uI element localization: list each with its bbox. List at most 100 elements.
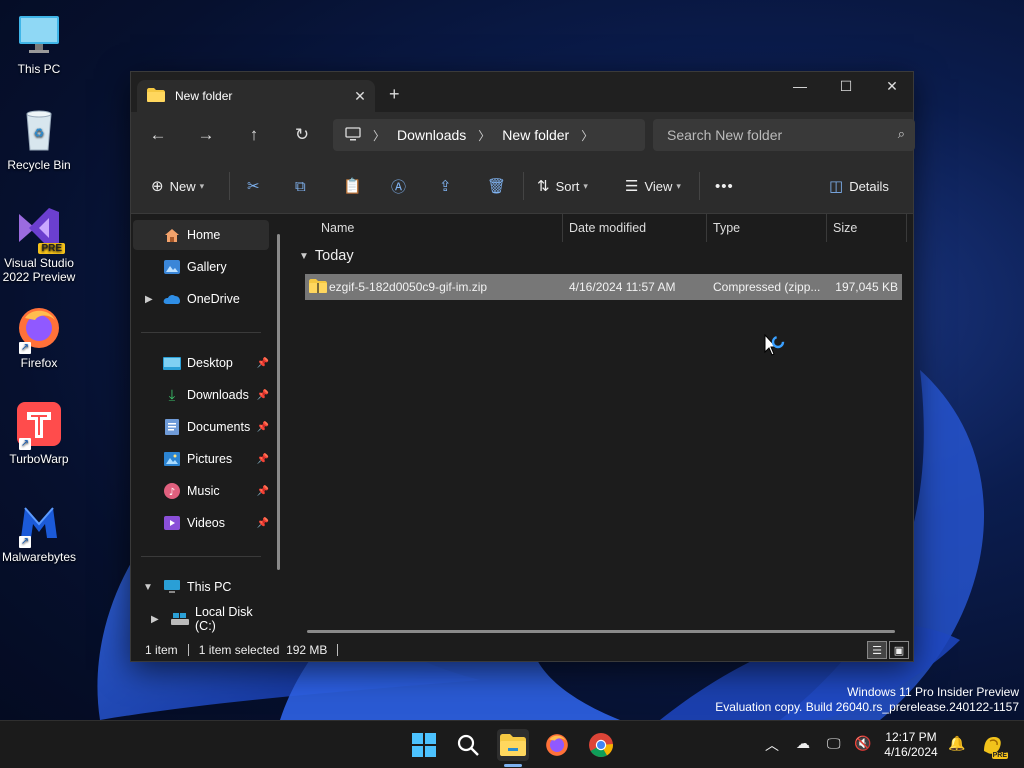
view-button[interactable]: ☰ View ▾ (625, 176, 681, 196)
nav-item-downloads[interactable]: ⤓ Downloads 📌 (133, 380, 269, 410)
share-button[interactable]: ⇪ (439, 176, 458, 196)
nav-scrollbar[interactable] (277, 234, 280, 570)
column-header-type[interactable]: Type (707, 214, 827, 242)
desktop-icon-firefox[interactable]: ↗ Firefox (0, 304, 78, 370)
pin-icon[interactable]: 📌 (257, 518, 269, 529)
forward-button[interactable]: → (191, 122, 221, 148)
chevron-right-icon[interactable]: ▶ (145, 294, 153, 305)
back-button[interactable]: ← (143, 122, 173, 148)
horizontal-scrollbar[interactable] (307, 630, 895, 633)
desktop-icon-visual-studio[interactable]: PRE Visual Studio 2022 Preview (0, 204, 78, 284)
desktop-icon-turbowarp[interactable]: ↗ TurboWarp (0, 400, 78, 466)
chevron-down-icon[interactable]: ▼ (143, 582, 153, 593)
up-button[interactable]: ↑ (239, 122, 269, 148)
close-window-button[interactable]: ✕ (869, 72, 915, 102)
chevron-up-icon[interactable]: ︿ (765, 735, 779, 755)
nav-item-gallery[interactable]: Gallery (133, 252, 269, 282)
chevron-right-icon[interactable]: 〉 (581, 127, 593, 144)
desktop-icon-malwarebytes[interactable]: ↗ Malwarebytes (0, 498, 78, 564)
turbowarp-icon: ↗ (15, 400, 63, 450)
breadcrumb-downloads[interactable]: Downloads (397, 127, 466, 143)
chrome-taskbar-button[interactable] (585, 729, 617, 761)
pin-icon[interactable]: 📌 (257, 422, 269, 433)
gallery-icon (163, 259, 181, 275)
details-view-icon[interactable]: ☰ (867, 641, 887, 659)
tab-title: New folder (175, 89, 233, 103)
chevron-down-icon: ▼ (299, 250, 309, 262)
trash-icon: 🗑 (487, 178, 507, 195)
file-type: Compressed (zipp... (713, 280, 821, 294)
list-view-icon: ☰ (625, 178, 639, 195)
pin-icon[interactable]: 📌 (257, 486, 269, 497)
home-icon (163, 227, 181, 243)
preview-badge: PRE (991, 752, 1008, 759)
scissors-icon: ✂ (247, 178, 260, 195)
copy-button[interactable]: ⧉ (295, 176, 312, 196)
more-options-button[interactable]: ••• (715, 176, 734, 196)
speaker-muted-icon[interactable]: 🔇 (854, 735, 871, 752)
breadcrumb-new-folder[interactable]: New folder (502, 127, 569, 143)
shortcut-arrow-icon: ↗ (19, 342, 31, 354)
maximize-button[interactable]: ☐ (823, 72, 869, 102)
file-explorer-window: New folder ✕ + — ☐ ✕ ← → ↑ ↻ 〉 Downloads… (130, 71, 915, 662)
group-header-today[interactable]: ▼ Today (299, 248, 354, 264)
selection-info: 1 item selected 192 MB (198, 643, 328, 657)
shortcut-arrow-icon: ↗ (19, 438, 31, 450)
bell-icon[interactable]: 🔔 (948, 735, 965, 752)
new-button[interactable]: ⊕ New ▾ (151, 176, 204, 196)
column-header-name[interactable]: Name (315, 214, 563, 242)
file-list: Name Date modified Type Size ▼ Today ezg… (289, 214, 913, 640)
pin-icon[interactable]: 📌 (257, 358, 269, 369)
start-button[interactable] (408, 729, 440, 761)
paste-button[interactable]: 📋 (343, 176, 368, 196)
refresh-button[interactable]: ↻ (287, 122, 317, 148)
nav-item-desktop[interactable]: Desktop 📌 (133, 348, 269, 378)
nav-item-videos[interactable]: Videos 📌 (133, 508, 269, 538)
clock[interactable]: 12:17 PM 4/16/2024 (880, 730, 942, 760)
close-tab-icon[interactable]: ✕ (345, 88, 375, 105)
delete-button[interactable]: 🗑 (487, 176, 512, 196)
firefox-taskbar-button[interactable] (541, 729, 573, 761)
network-icon[interactable]: 🖵 (827, 735, 841, 752)
column-header-date[interactable]: Date modified (563, 214, 707, 242)
copilot-button[interactable]: PRE (978, 729, 1008, 761)
search-taskbar-button[interactable] (452, 729, 484, 761)
navigation-pane: Home Gallery ▶ OneDrive Desktop 📌 ⤓ Down… (131, 214, 287, 640)
pictures-icon (163, 451, 181, 467)
active-app-indicator (504, 764, 522, 767)
search-input[interactable]: Search New folder ⌕ (653, 119, 915, 151)
minimize-button[interactable]: — (777, 72, 823, 102)
tab-new-folder[interactable]: New folder ✕ (137, 80, 375, 112)
nav-item-onedrive[interactable]: ▶ OneDrive (133, 284, 269, 314)
nav-item-music[interactable]: ♪ Music 📌 (133, 476, 269, 506)
nav-item-home[interactable]: Home (133, 220, 269, 250)
cut-button[interactable]: ✂ (247, 176, 266, 196)
nav-item-local-disk[interactable]: ▶ Local Disk (C:) (133, 604, 269, 634)
cloud-offline-icon[interactable]: ☁ (796, 735, 810, 752)
table-row[interactable]: ezgif-5-182d0050c9-gif-im.zip 4/16/2024 … (305, 274, 902, 300)
music-icon: ♪ (163, 483, 181, 499)
breadcrumb[interactable]: 〉 Downloads 〉 New folder 〉 (333, 119, 645, 151)
desktop-icon-recycle-bin[interactable]: ♻ Recycle Bin (0, 106, 78, 172)
visual-studio-icon: PRE (15, 204, 65, 254)
nav-item-this-pc[interactable]: ▼ This PC (133, 572, 269, 602)
details-pane-button[interactable]: ◫ Details (829, 176, 889, 196)
firefox-icon: ↗ (15, 304, 63, 354)
chevron-right-icon[interactable]: ▶ (151, 614, 159, 625)
nav-item-pictures[interactable]: Pictures 📌 (133, 444, 269, 474)
chevron-right-icon: 〉 (373, 128, 386, 143)
tiles-view-icon[interactable]: ▣ (889, 641, 909, 659)
pin-icon[interactable]: 📌 (257, 390, 269, 401)
rename-button[interactable]: Ⓐ (391, 176, 412, 196)
pin-icon[interactable]: 📌 (257, 454, 269, 465)
file-explorer-taskbar-button[interactable] (497, 729, 529, 761)
new-tab-button[interactable]: + (389, 84, 400, 105)
nav-item-documents[interactable]: Documents 📌 (133, 412, 269, 442)
column-header-size[interactable]: Size (827, 214, 907, 242)
sort-button[interactable]: ⇅ Sort ▾ (537, 176, 588, 196)
desktop-icon-this-pc[interactable]: This PC (0, 10, 78, 76)
title-bar: New folder ✕ + — ☐ ✕ (131, 72, 913, 112)
clipboard-icon: 📋 (343, 178, 362, 195)
pc-icon (163, 579, 181, 595)
malwarebytes-icon: ↗ (15, 498, 63, 548)
